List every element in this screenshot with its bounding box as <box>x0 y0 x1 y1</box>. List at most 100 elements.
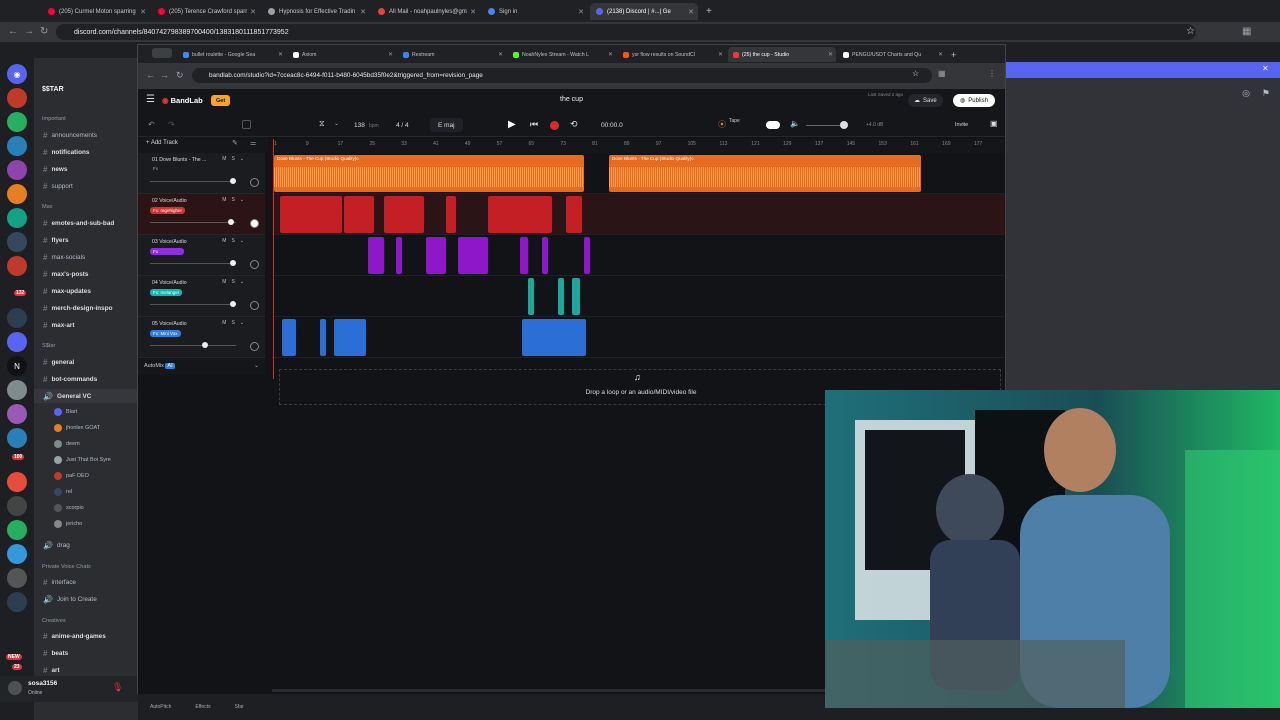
audio-clip[interactable] <box>384 196 424 233</box>
new-tab-button[interactable]: + <box>700 3 714 20</box>
track-volume-knob[interactable] <box>202 342 208 348</box>
outer-tab[interactable]: All Mail - noahpaulnyles@gm ✕ <box>372 3 480 20</box>
skip-back-icon[interactable]: ⏮ <box>530 119 538 130</box>
extensions-icon[interactable]: ▦ <box>1242 26 1251 37</box>
pan-knob[interactable] <box>250 219 259 228</box>
fx-chip[interactable]: Fx: melanger <box>150 289 183 296</box>
track-volume-slider[interactable] <box>150 263 236 264</box>
track-volume-knob[interactable] <box>230 301 236 307</box>
audio-clip[interactable] <box>488 196 552 233</box>
channel-merch[interactable]: # merch-design-inspo <box>34 301 138 315</box>
channel-max-art[interactable]: # max-art <box>34 318 138 332</box>
channel-max-posts[interactable]: # max's-posts <box>34 267 138 281</box>
record-icon[interactable] <box>550 121 559 130</box>
channel-general[interactable]: # general <box>34 355 138 369</box>
channel-max-socials[interactable]: # max-socials <box>34 250 138 264</box>
pan-knob[interactable] <box>250 301 259 310</box>
audio-clip[interactable] <box>528 278 534 315</box>
voice-user[interactable]: jericho <box>54 517 138 530</box>
undo-icon[interactable]: ↶ <box>148 120 155 129</box>
track-volume-slider[interactable] <box>150 222 236 223</box>
inner-tab[interactable]: Axiom ✕ <box>288 47 396 62</box>
inner-tab[interactable]: Restream ✕ <box>398 47 506 62</box>
chevron-down-icon[interactable]: ⌄ <box>334 120 339 127</box>
loop-region-icon[interactable] <box>242 120 251 129</box>
mute-solo-buttons[interactable]: MS⌄ <box>222 197 249 203</box>
outer-tab-active[interactable]: (2138) Discord | #...| Ge ✕ <box>590 3 698 20</box>
inner-tab[interactable]: ysr flow results on SoundCl ✕ <box>618 47 726 62</box>
inner-tab-active[interactable]: (25) the cup - Studio ✕ <box>728 47 836 62</box>
close-icon[interactable]: ✕ <box>688 8 694 16</box>
hamburger-menu-icon[interactable]: ☰ <box>146 94 155 105</box>
filter-icon[interactable]: ⚌ <box>250 139 256 147</box>
autopitch-button[interactable]: AutoPitch <box>150 704 171 710</box>
audio-clip[interactable] <box>584 237 590 274</box>
track-volume-slider[interactable] <box>150 304 236 305</box>
chat-icon[interactable]: ▣ <box>990 119 998 128</box>
close-icon[interactable]: ✕ <box>938 51 943 58</box>
track-header-2[interactable]: 02 Voice/Audio MS⌄ Fx: ragehigher <box>138 194 265 235</box>
bpm-value[interactable]: 138 <box>354 122 365 129</box>
inner-url-field[interactable]: bandlab.com/studio?id=7cceac8c-6494-f011… <box>192 68 932 83</box>
server-icon[interactable] <box>7 332 27 352</box>
channel-anime[interactable]: # anime-and-games <box>34 629 138 643</box>
track-volume-knob[interactable] <box>230 178 236 184</box>
audio-clip[interactable] <box>426 237 446 274</box>
join-to-create[interactable]: 🔊 Join to Create <box>34 592 138 606</box>
avatar[interactable] <box>8 681 22 695</box>
close-icon[interactable]: ✕ <box>1262 64 1269 73</box>
mute-solo-buttons[interactable]: MS⌄ <box>222 320 249 326</box>
time-signature[interactable]: 4 / 4 <box>396 122 409 129</box>
close-icon[interactable]: ✕ <box>578 8 584 16</box>
reload-icon[interactable]: ↻ <box>176 70 184 81</box>
server-icon[interactable] <box>7 472 27 492</box>
audio-clip[interactable] <box>542 237 548 274</box>
voice-channel-drag[interactable]: 🔊 drag <box>34 538 138 552</box>
track-volume-knob[interactable] <box>230 260 236 266</box>
channel-max-updates[interactable]: # max-updates <box>34 284 138 298</box>
category-max[interactable]: Max <box>42 204 53 210</box>
mute-icon[interactable]: 🎙 <box>112 682 123 693</box>
audio-clip[interactable] <box>368 237 384 274</box>
fx-chip[interactable]: Fx <box>150 248 184 255</box>
audio-clip[interactable] <box>320 319 326 356</box>
server-name[interactable]: $$TAR <box>42 86 64 93</box>
mute-solo-buttons[interactable]: MS⌄ <box>222 279 249 285</box>
metronome-icon[interactable]: ⧖ <box>319 119 325 129</box>
playhead[interactable] <box>273 139 274 379</box>
channel-interface[interactable]: # interface <box>34 575 138 589</box>
close-icon[interactable]: ✕ <box>498 51 503 58</box>
back-icon[interactable]: ← <box>146 70 155 80</box>
category-private[interactable]: Private Voice Chats <box>42 564 91 570</box>
sfar-button[interactable]: Sfar <box>235 704 244 710</box>
server-icon[interactable] <box>7 404 27 424</box>
master-volume-knob[interactable] <box>840 121 848 129</box>
effects-button[interactable]: Effects <box>195 704 210 710</box>
track-lane-2[interactable] <box>272 194 1005 235</box>
track-lane-5[interactable] <box>272 317 1005 358</box>
audio-clip[interactable] <box>396 237 402 274</box>
fx-chip[interactable]: Fx <box>150 165 161 172</box>
reload-icon[interactable]: ↻ <box>40 26 48 37</box>
outer-tab[interactable]: (205) Terence Crawford sparr ✕ <box>152 3 260 20</box>
edit-icon[interactable]: ✎ <box>232 139 238 147</box>
back-icon[interactable]: ← <box>8 26 18 37</box>
chevron-down-icon[interactable]: ⌄ <box>254 362 259 369</box>
pin-icon[interactable]: ⚑ <box>1262 88 1270 99</box>
forward-icon[interactable]: → <box>24 26 34 37</box>
server-icon[interactable] <box>7 208 27 228</box>
track-lane-3[interactable] <box>272 235 1005 276</box>
voice-user[interactable]: paF DEO <box>54 469 138 482</box>
outer-tab[interactable]: (205) Curmel Moton sparring ✕ <box>42 3 150 20</box>
audio-clip[interactable] <box>344 196 374 233</box>
forward-icon[interactable]: → <box>160 70 169 80</box>
channel-beats[interactable]: # beats <box>34 646 138 660</box>
audio-clip[interactable] <box>458 237 488 274</box>
tab-group-chip[interactable] <box>152 48 172 58</box>
play-icon[interactable]: ▶ <box>508 119 516 130</box>
discord-home-icon[interactable]: ◉ <box>7 64 27 84</box>
close-icon[interactable]: ✕ <box>608 51 613 58</box>
redo-icon[interactable]: ↷ <box>168 120 175 129</box>
add-track-button[interactable]: + Add Track <box>146 140 178 146</box>
audio-clip[interactable]: Dove Blunts - The Cup (Studio Quality)c <box>274 155 584 192</box>
